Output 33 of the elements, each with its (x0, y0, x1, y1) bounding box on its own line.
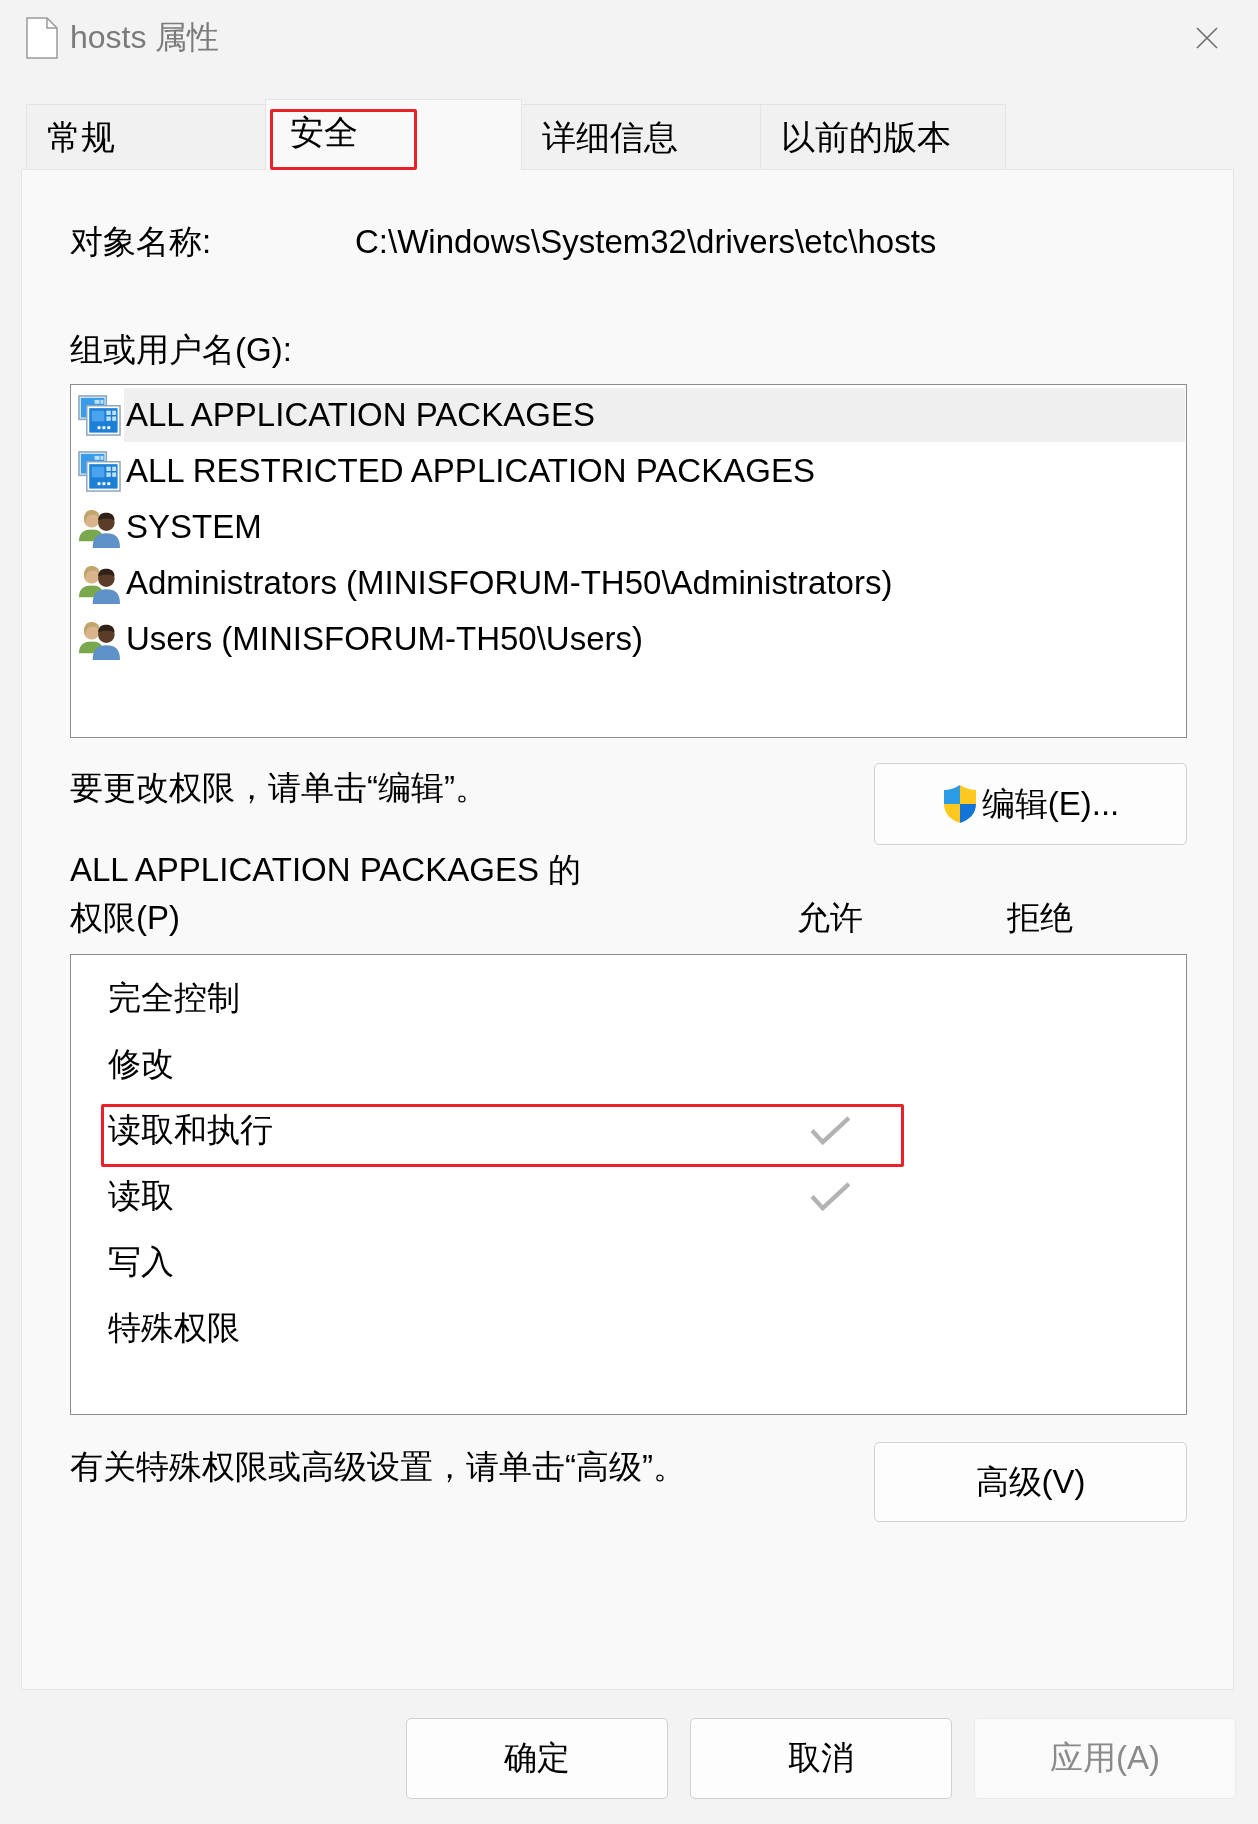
tab[interactable]: 安全 (265, 99, 522, 170)
tab[interactable]: 常规 (26, 104, 266, 169)
object-path: C:\Windows\System32\drivers\etc\hosts (355, 222, 937, 262)
object-name-label: 对象名称: (70, 222, 213, 262)
close-icon (1196, 27, 1218, 49)
group-list-item[interactable]: SYSTEM (124, 500, 1185, 554)
permission-name: 读取和执行 (108, 1109, 273, 1150)
app-package-icon (78, 393, 121, 437)
group-list-item[interactable]: Users (MINISFORUM-TH50\Users) (124, 612, 1185, 666)
permission-name: 读取 (108, 1175, 174, 1216)
dialog-button[interactable]: 取消 (690, 1718, 952, 1799)
dialog-button[interactable]: 确定 (406, 1718, 668, 1799)
edit-button[interactable]: 编辑(E)... (874, 763, 1187, 845)
file-icon (26, 17, 58, 59)
permission-name: 完全控制 (108, 977, 240, 1018)
edit-hint: 要更改权限，请单击“编辑”。 (70, 768, 488, 808)
group-list-item[interactable]: ALL RESTRICTED APPLICATION PACKAGES (124, 444, 1185, 498)
group-list-item[interactable]: ALL APPLICATION PACKAGES (124, 388, 1185, 442)
permission-name: 写入 (108, 1241, 174, 1282)
tab[interactable]: 以前的版本 (760, 104, 1006, 169)
groups-label: 组或用户名(G): (70, 330, 293, 370)
advanced-button[interactable]: 高级(V) (874, 1442, 1187, 1522)
app-package-icon (78, 449, 121, 493)
permissions-label: 权限(P) (70, 898, 181, 938)
permission-name: 特殊权限 (108, 1307, 240, 1348)
window-title: hosts 属性 (70, 18, 220, 57)
deny-header: 拒绝 (1006, 898, 1074, 938)
shield-icon (941, 784, 978, 824)
permissions-title: ALL APPLICATION PACKAGES 的 (70, 850, 583, 890)
group-list-item[interactable]: Administrators (MINISFORUM-TH50\Administrators) (124, 556, 1185, 610)
advanced-hint: 有关特殊权限或高级设置，请单击“高级”。 (70, 1447, 686, 1487)
permission-name: 修改 (108, 1043, 174, 1084)
allow-header: 允许 (796, 898, 864, 938)
